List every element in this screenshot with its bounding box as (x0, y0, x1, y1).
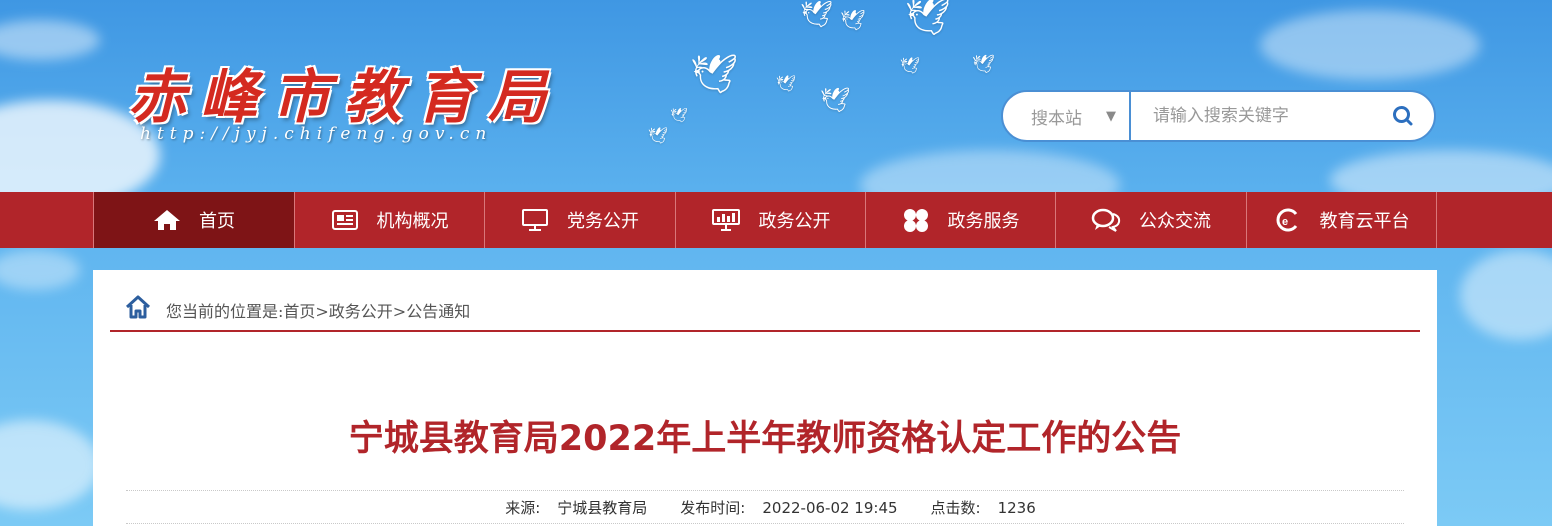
nav-item-home[interactable]: 首页 (94, 192, 295, 248)
nav-label: 政务公开 (758, 211, 831, 232)
breadcrumb: 您当前的位置是:首页>政务公开>公告通知 (110, 294, 1420, 332)
nav-item-institution[interactable]: 机构概况 (295, 192, 485, 248)
dove-icon: 🕊 (900, 56, 921, 75)
clicks-label: 点击数: (930, 498, 981, 517)
dove-icon: 🕊 (690, 52, 739, 96)
content-panel: 您当前的位置是:首页>政务公开>公告通知 宁城县教育局2022年上半年教师资格认… (93, 270, 1437, 526)
dove-icon: 🕊 (972, 54, 995, 75)
dove-icon: 🕊 (670, 108, 688, 124)
dove-icon: 🕊 (776, 74, 797, 93)
cloud-icon: e (1274, 208, 1302, 232)
nav-label: 机构概况 (376, 211, 449, 232)
nav-label: 首页 (199, 211, 235, 232)
triangle-down-icon: ▼ (1106, 108, 1116, 124)
nav-item-government-services[interactable]: 政务服务 (866, 192, 1056, 248)
dove-icon: 🕊 (820, 86, 851, 114)
nav-item-education-cloud[interactable]: e 教育云平台 (1247, 192, 1437, 248)
clicks-value: 1236 (997, 498, 1036, 517)
grid-icon (902, 208, 930, 232)
home-outline-icon[interactable] (124, 294, 152, 324)
home-icon (153, 208, 181, 232)
nav-label: 党务公开 (567, 211, 639, 232)
search-input[interactable] (1130, 92, 1372, 140)
search-box: 搜本站 ▼ (1001, 90, 1436, 142)
cloud (1460, 250, 1552, 340)
nav-item-government-affairs[interactable]: 政务公开 (676, 192, 866, 248)
nav-label: 政务服务 (947, 211, 1020, 232)
nav-item-public-communication[interactable]: 公众交流 (1056, 192, 1247, 248)
source-label: 来源: (505, 498, 541, 517)
site-logo[interactable]: 赤峰市教育局 (128, 50, 560, 134)
main-nav: 首页 机构概况 党务公开 政务公开 政务服务 公众交流 e 教育云平台 (0, 192, 1552, 248)
article-meta: 来源: 宁城县教育局 发布时间: 2022-06-02 19:45 点击数: 1236 (126, 490, 1404, 524)
cloud (0, 250, 80, 290)
nav-label: 教育云平台 (1319, 211, 1410, 232)
article-title: 宁城县教育局2022年上半年教师资格认定工作的公告 (348, 419, 1182, 459)
nav-item-party-affairs[interactable]: 党务公开 (485, 192, 676, 248)
newspaper-icon (331, 209, 359, 231)
meta-clicks: 点击数: 1236 (920, 497, 1036, 518)
chat-icon (1091, 208, 1121, 232)
search-scope-select[interactable]: 搜本站 ▼ (1003, 92, 1131, 140)
cloud (0, 420, 100, 510)
meta-source: 来源: 宁城县教育局 (494, 497, 647, 518)
search-button[interactable] (1372, 92, 1434, 140)
breadcrumb-text: 您当前的位置是:首页>政务公开>公告通知 (166, 302, 471, 321)
monitor-icon (521, 208, 549, 232)
nav-label: 公众交流 (1139, 211, 1211, 232)
dove-icon: 🕊 (648, 126, 669, 145)
svg-text:e: e (1282, 216, 1288, 228)
site-header: 赤峰市教育局 http://jyj.chifeng.gov.cn 🕊 🕊 🕊 🕊… (0, 0, 1552, 192)
dove-icon: 🕊 (840, 8, 866, 32)
presentation-icon (711, 208, 741, 232)
meta-time: 发布时间: 2022-06-02 19:45 (669, 497, 897, 518)
source-value: 宁城县教育局 (557, 498, 648, 517)
search-scope-label: 搜本站 (1031, 108, 1082, 129)
dove-icon: 🕊 (905, 0, 951, 38)
search-icon (1392, 106, 1413, 126)
site-url: http://jyj.chifeng.gov.cn (140, 124, 493, 144)
time-label: 发布时间: (680, 498, 746, 517)
dove-icon: 🕊 (800, 0, 834, 30)
time-value: 2022-06-02 19:45 (762, 498, 898, 517)
